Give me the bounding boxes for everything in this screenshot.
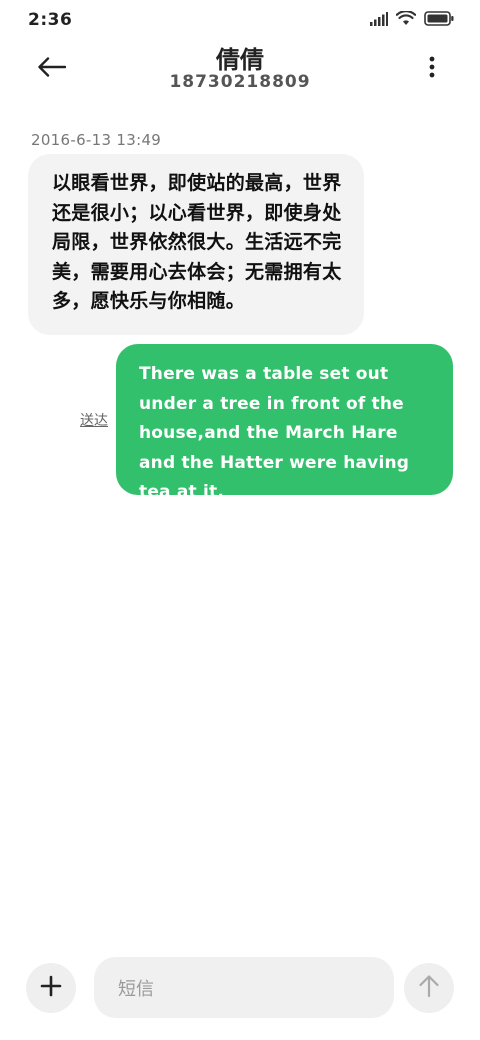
status-icons xyxy=(370,10,454,30)
back-button[interactable] xyxy=(34,54,70,84)
more-options-button[interactable] xyxy=(420,54,444,84)
plus-icon xyxy=(40,975,62,1001)
wifi-icon xyxy=(395,10,417,30)
status-bar: 2:36 xyxy=(0,0,480,40)
status-time: 2:36 xyxy=(28,10,73,30)
send-button[interactable] xyxy=(404,963,454,1013)
contact-number: 18730218809 xyxy=(169,72,311,92)
contact-name: 倩倩 xyxy=(216,46,264,74)
signal-icon xyxy=(370,11,388,30)
incoming-message-text: 以眼看世界，即使站的最高，世界还是很小；以心看世界，即使身处局限，世界依然很大。… xyxy=(52,172,342,312)
conversation-header: 倩倩 18730218809 xyxy=(0,40,480,100)
back-arrow-icon xyxy=(38,57,67,81)
more-vertical-icon xyxy=(429,56,435,82)
outgoing-message-text: There was a table set out under a tree i… xyxy=(139,364,410,502)
delivery-status: 送达 xyxy=(80,413,108,429)
incoming-message-bubble[interactable]: 以眼看世界，即使站的最高，世界还是很小；以心看世界，即使身处局限，世界依然很大。… xyxy=(28,154,364,335)
arrow-up-icon xyxy=(418,974,440,1002)
message-timestamp: 2016-6-13 13:49 xyxy=(31,131,162,149)
message-input[interactable]: 短信 xyxy=(94,957,394,1018)
outgoing-message-bubble[interactable]: There was a table set out under a tree i… xyxy=(116,344,453,502)
battery-icon xyxy=(424,11,454,30)
add-attachment-button[interactable] xyxy=(26,963,76,1013)
message-input-placeholder: 短信 xyxy=(118,978,154,1000)
